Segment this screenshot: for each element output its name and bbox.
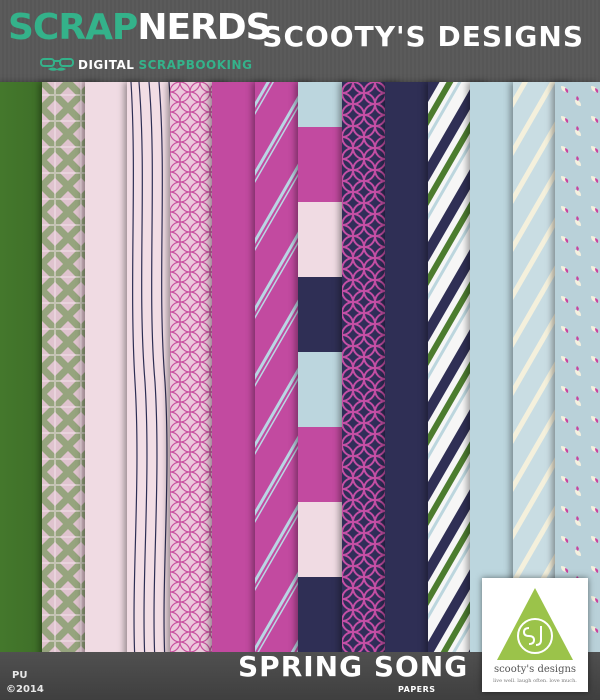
badge-motto: live well. laugh often. love much.	[493, 678, 577, 684]
personal-use-label: PU	[12, 670, 28, 681]
kit-subtitle: PAPERS	[398, 685, 436, 694]
triangle-monogram-icon	[497, 588, 573, 660]
scootys-designs-badge: scooty's designs live well. laugh often.…	[482, 578, 588, 692]
kit-title: SPRING SONG	[238, 650, 469, 683]
designer-title: SCOOTY'S DESIGNS	[262, 20, 584, 53]
header-bar: SCRAPNERDS DIGITAL SCRAPBOOKING SCOOTY'S…	[0, 0, 600, 82]
product-preview: SCRAPNERDS DIGITAL SCRAPBOOKING SCOOTY'S…	[0, 0, 600, 700]
brand-part-nerds: NERDS	[137, 7, 271, 48]
badge-name: scooty's designs	[493, 664, 577, 675]
copyright-label: ©2014	[6, 684, 44, 695]
brand-tagline: DIGITAL SCRAPBOOKING	[40, 55, 252, 75]
paper-stack	[0, 82, 600, 662]
brand-part-scrap: SCRAP	[8, 7, 138, 48]
tagline-digital: DIGITAL	[78, 58, 135, 72]
tagline-scrapbooking: SCRAPBOOKING	[138, 58, 253, 72]
glasses-mustache-icon	[40, 58, 74, 71]
petal-print-paper	[555, 82, 600, 662]
scrapnerds-logo: SCRAPNERDS	[8, 6, 272, 50]
